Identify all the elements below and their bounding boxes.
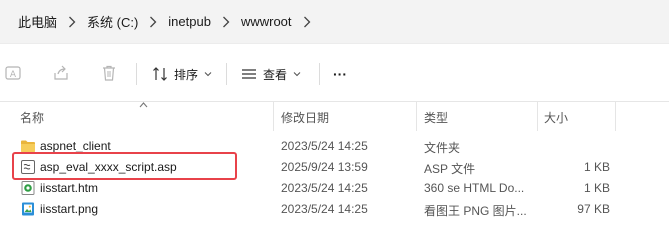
file-type: ASP 文件 [424, 162, 476, 176]
sort-label: 排序 [174, 67, 199, 82]
chevron-down-icon [204, 72, 212, 77]
file-row[interactable]: iisstart.png 2023/5/24 14:25 看图王 PNG 图片.… [0, 198, 669, 219]
toolbar-divider [136, 63, 137, 85]
column-divider[interactable] [537, 102, 538, 131]
chevron-down-icon [293, 72, 301, 77]
rename-icon[interactable]: A [4, 64, 22, 82]
address-bar[interactable]: 此电脑 系统 (C:) inetpub wwwroot [0, 0, 669, 44]
file-row[interactable]: iisstart.htm 2023/5/24 14:25 360 se HTML… [0, 177, 669, 198]
breadcrumb-this-pc[interactable]: 此电脑 [18, 12, 57, 31]
view-list-icon [242, 69, 256, 79]
sort-ascending-icon [139, 102, 148, 108]
view-label: 查看 [263, 67, 288, 82]
file-type: 看图王 PNG 图片... [424, 204, 527, 218]
column-divider[interactable] [615, 102, 616, 131]
file-name: aspnet_client [40, 139, 111, 153]
highlight-annotation-box [12, 152, 237, 180]
breadcrumb-wwwroot[interactable]: wwwroot [241, 14, 292, 29]
chevron-right-icon[interactable] [211, 12, 241, 32]
toolbar-divider [226, 63, 227, 85]
column-header-size[interactable]: 大小 [544, 109, 568, 126]
file-date: 2023/5/24 14:25 [281, 139, 368, 153]
column-header-type[interactable]: 类型 [424, 109, 448, 126]
file-date: 2025/9/24 13:59 [281, 160, 368, 174]
chevron-right-icon[interactable] [138, 12, 168, 32]
column-header-row: 名称 修改日期 类型 大小 [0, 102, 669, 131]
chevron-right-icon[interactable] [57, 12, 87, 32]
chevron-right-icon[interactable] [292, 12, 322, 32]
file-date: 2023/5/24 14:25 [281, 202, 368, 216]
file-size: 1 KB [583, 160, 610, 174]
svg-text:A: A [10, 70, 17, 80]
delete-icon[interactable] [100, 64, 118, 82]
file-type: 360 se HTML Do... [424, 181, 525, 195]
column-header-name[interactable]: 名称 [20, 109, 44, 126]
view-button[interactable]: 查看 [241, 62, 301, 86]
toolbar-divider [319, 63, 320, 85]
png-file-icon [22, 202, 34, 216]
file-size: 1 KB [583, 181, 610, 195]
file-name: iisstart.htm [40, 181, 99, 195]
share-icon[interactable] [52, 64, 70, 82]
column-header-date[interactable]: 修改日期 [281, 109, 329, 126]
sort-icon [153, 67, 167, 81]
column-divider[interactable] [416, 102, 417, 131]
more-options-button[interactable]: ··· [333, 62, 347, 86]
file-date: 2023/5/24 14:25 [281, 181, 368, 195]
html-file-icon [21, 181, 35, 195]
more-icon: ··· [333, 66, 347, 82]
sort-button[interactable]: 排序 [152, 62, 212, 86]
column-divider[interactable] [273, 102, 274, 131]
file-name: iisstart.png [40, 202, 99, 216]
file-size: 97 KB [577, 202, 610, 216]
breadcrumb-inetpub[interactable]: inetpub [168, 14, 211, 29]
file-type: 文件夹 [424, 141, 461, 155]
command-bar: A 排序 查看 ··· [0, 45, 669, 102]
breadcrumb-system-c[interactable]: 系统 (C:) [87, 12, 138, 31]
